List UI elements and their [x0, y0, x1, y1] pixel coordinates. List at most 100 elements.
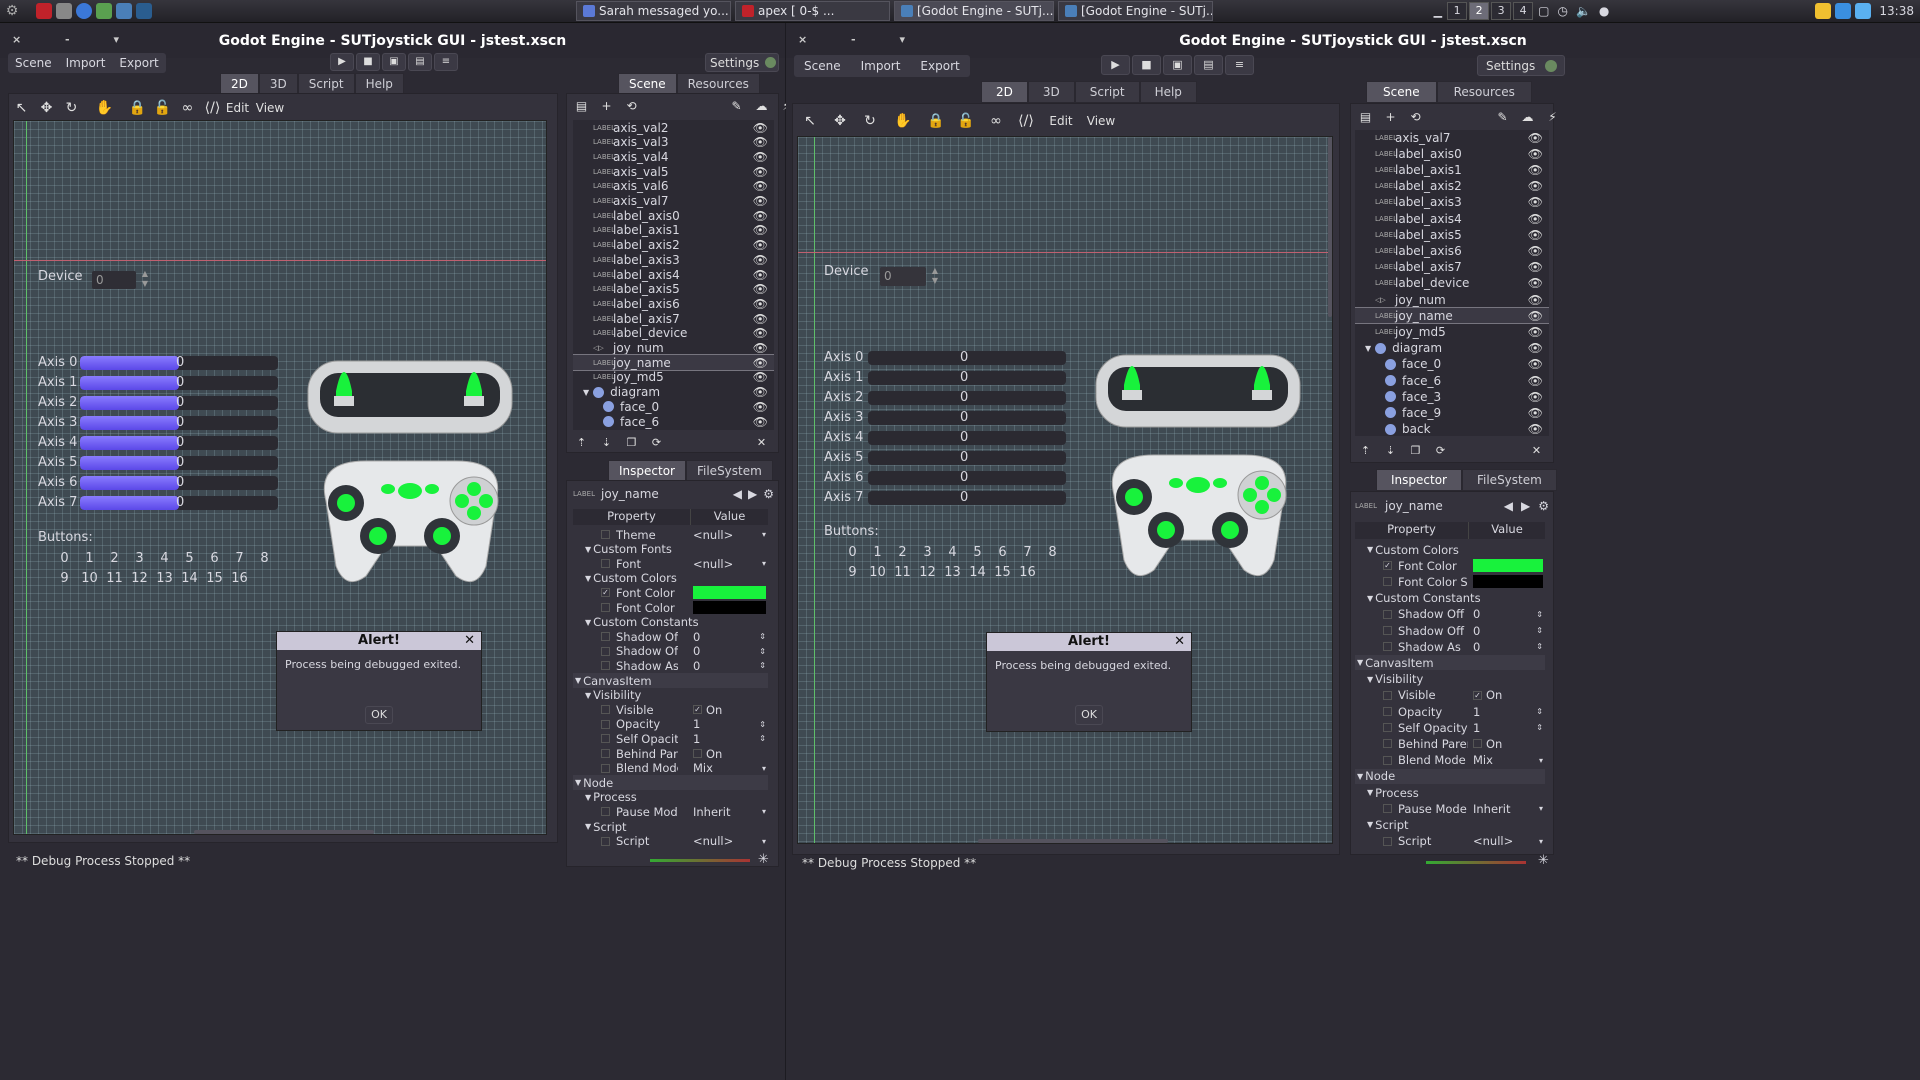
- collapse-arrow-icon[interactable]: ▼: [585, 691, 591, 700]
- inspector-section[interactable]: ▼ CanvasItem: [1355, 655, 1545, 671]
- override-checkbox[interactable]: [601, 734, 610, 744]
- visibility-eye-icon[interactable]: 👁: [1528, 228, 1543, 242]
- tab-script[interactable]: Script: [1074, 81, 1140, 103]
- history-back-icon[interactable]: ◀: [733, 487, 742, 501]
- property-value-field[interactable]: ✓ On: [693, 703, 766, 717]
- collapse-arrow-icon[interactable]: ▼: [585, 545, 591, 554]
- new-node-icon[interactable]: ▤: [569, 99, 594, 113]
- debug-settings-icon[interactable]: ✳: [1538, 853, 1549, 868]
- instance-icon[interactable]: ⟲: [619, 99, 644, 113]
- collapse-arrow-icon[interactable]: ▼: [585, 793, 591, 802]
- tab-inspector[interactable]: Inspector: [608, 460, 686, 482]
- toggle-checkbox[interactable]: [693, 749, 702, 758]
- workspace-3[interactable]: 3: [1491, 2, 1512, 20]
- property-value-field[interactable]: 0 ⇕: [1473, 640, 1543, 654]
- property-value-field[interactable]: ✓ On: [1473, 688, 1543, 702]
- dropdown-arrow-icon[interactable]: ⇕: [1536, 707, 1543, 716]
- tab-inspector[interactable]: Inspector: [1376, 469, 1462, 491]
- visibility-eye-icon[interactable]: 👁: [753, 238, 768, 252]
- new-node-icon[interactable]: ▤: [1353, 110, 1378, 124]
- tab-resources[interactable]: Resources: [676, 73, 760, 95]
- play-icon[interactable]: ▶: [330, 53, 354, 71]
- dropdown-arrow-icon[interactable]: ⇕: [1536, 723, 1543, 732]
- collapse-arrow-icon[interactable]: ▼: [1367, 788, 1373, 797]
- property-value-field[interactable]: On: [1473, 737, 1543, 751]
- task-apex[interactable]: apex [ 0-$ ...: [735, 1, 890, 21]
- override-checkbox[interactable]: [601, 836, 610, 846]
- tree-node-joy_num[interactable]: ◁▷ joy_num 👁: [1355, 292, 1549, 307]
- settings-button[interactable]: Settings: [1477, 55, 1565, 76]
- visibility-eye-icon[interactable]: 👁: [753, 253, 768, 267]
- signals-icon[interactable]: ⚡: [1540, 110, 1565, 124]
- visibility-eye-icon[interactable]: 👁: [753, 356, 768, 370]
- play-scene-icon[interactable]: ▣: [1163, 55, 1192, 75]
- inspector-section[interactable]: ▼ CanvasItem: [573, 673, 768, 688]
- visibility-eye-icon[interactable]: 👁: [1528, 357, 1543, 371]
- dropdown-arrow-icon[interactable]: ▾: [762, 807, 766, 816]
- menu-scene[interactable]: Scene: [8, 53, 59, 73]
- move-up-icon[interactable]: ⇡: [1353, 444, 1378, 457]
- play-icon[interactable]: ▶: [1101, 55, 1130, 75]
- device-spinbox[interactable]: 0 ▲ ▼: [880, 266, 938, 286]
- terminal-launcher-icon[interactable]: [56, 3, 72, 19]
- property-value-field[interactable]: Mix ▾: [1473, 753, 1543, 767]
- override-checkbox[interactable]: [1383, 707, 1392, 716]
- visibility-eye-icon[interactable]: 👁: [753, 341, 768, 355]
- canvas-h-scrollbar[interactable]: [194, 830, 374, 834]
- visibility-eye-icon[interactable]: 👁: [753, 370, 768, 384]
- dropdown-arrow-icon[interactable]: ▾: [1539, 804, 1543, 813]
- canvas-menu-edit[interactable]: Edit: [225, 101, 250, 115]
- property-value-field[interactable]: 0 ⇕: [693, 659, 766, 673]
- property-value-field[interactable]: 0 ⇕: [693, 644, 766, 658]
- toggle-checkbox[interactable]: [1473, 739, 1482, 749]
- alert-ok-button[interactable]: OK: [1075, 705, 1103, 725]
- override-checkbox[interactable]: [601, 646, 610, 656]
- override-checkbox[interactable]: [601, 807, 610, 817]
- object-menu-icon[interactable]: ⚙: [763, 487, 774, 501]
- canvas-viewport[interactable]: Device 0 ▲ ▼ Axis 0 0 Axis 1 0 Axis 2 0 Axis 3 0…: [797, 136, 1333, 844]
- settings-button[interactable]: Settings: [705, 53, 779, 72]
- reparent-icon[interactable]: ⟳: [1428, 444, 1453, 457]
- inspector-section[interactable]: ▼ Custom Colors: [573, 571, 768, 586]
- tree-node-axis_val5[interactable]: LABEL axis_val5 👁: [573, 164, 774, 179]
- menu-import[interactable]: Import: [851, 55, 911, 77]
- task-messages[interactable]: Sarah messaged yo...: [576, 1, 731, 21]
- visibility-eye-icon[interactable]: 👁: [753, 150, 768, 164]
- inspector-section[interactable]: ▼ Node: [1355, 768, 1545, 784]
- device-spinbox[interactable]: 0 ▲ ▼: [92, 269, 148, 289]
- collapse-arrow-icon[interactable]: ▼: [575, 676, 581, 685]
- browser-launcher-icon[interactable]: [76, 3, 92, 19]
- dropdown-arrow-icon[interactable]: ⇕: [759, 720, 766, 729]
- visibility-eye-icon[interactable]: 👁: [1528, 244, 1543, 258]
- tree-node-label_axis5[interactable]: LABEL label_axis5 👁: [1355, 227, 1549, 242]
- dropdown-arrow-icon[interactable]: ⇕: [759, 734, 766, 743]
- collapse-arrow-icon[interactable]: ▼: [575, 778, 581, 787]
- tree-node-label_axis2[interactable]: LABEL label_axis2 👁: [573, 238, 774, 253]
- duplicate-icon[interactable]: ❐: [1403, 444, 1428, 457]
- play-custom-icon[interactable]: ▤: [408, 53, 432, 71]
- tab-2d[interactable]: 2D: [220, 73, 259, 95]
- tree-node-diagram[interactable]: ▼ diagram 👁: [1355, 341, 1549, 356]
- dropdown-arrow-icon[interactable]: ⇕: [759, 632, 766, 641]
- select-tool-icon[interactable]: ↖: [9, 100, 34, 116]
- tree-node-axis_val7[interactable]: LABEL axis_val7 👁: [1355, 130, 1549, 145]
- move-up-icon[interactable]: ⇡: [569, 436, 594, 449]
- visibility-eye-icon[interactable]: 👁: [1528, 163, 1543, 177]
- shadow-color-swatch[interactable]: [693, 601, 766, 614]
- debug-options-icon[interactable]: ≡: [434, 53, 458, 71]
- property-value-field[interactable]: Inherit ▾: [693, 805, 766, 819]
- group-icon[interactable]: ∞: [175, 100, 200, 116]
- tree-node-face_0[interactable]: face_0 👁: [1355, 357, 1549, 372]
- edit-script-icon[interactable]: ✎: [1490, 110, 1515, 124]
- spin-arrows-icon[interactable]: ▲ ▼: [142, 269, 148, 289]
- tree-node-face_6[interactable]: face_6 👁: [1355, 373, 1549, 388]
- spin-arrows-icon[interactable]: ▲ ▼: [932, 266, 938, 286]
- select-tool-icon[interactable]: ↖: [795, 113, 825, 129]
- delete-node-icon[interactable]: ✕: [1524, 444, 1549, 457]
- visibility-eye-icon[interactable]: 👁: [753, 223, 768, 237]
- window-controls[interactable]: × - ▾: [12, 33, 139, 46]
- debug-settings-icon[interactable]: ✳: [758, 852, 769, 867]
- collapse-arrow-icon[interactable]: ▼: [1367, 545, 1373, 554]
- alert-ok-button[interactable]: OK: [365, 706, 393, 724]
- tree-node-joy_name[interactable]: LABEL joy_name 👁: [1355, 307, 1549, 325]
